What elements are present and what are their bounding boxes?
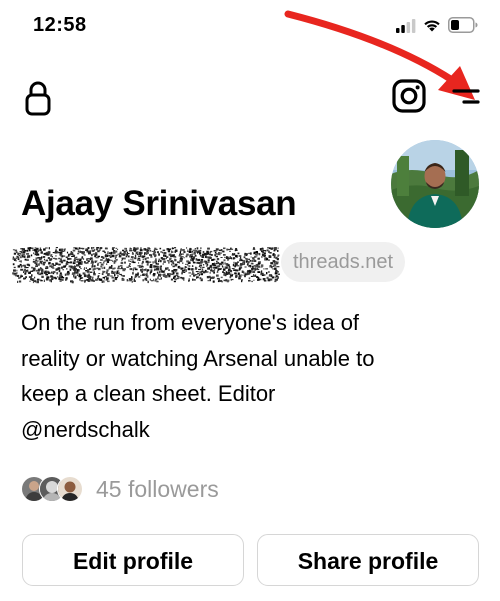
lock-icon[interactable] — [22, 80, 54, 116]
battery-icon — [448, 17, 478, 33]
menu-icon[interactable] — [450, 84, 482, 110]
bio-line: keep a clean sheet. Editor — [21, 381, 276, 406]
followers-count[interactable]: 45 followers — [96, 474, 219, 504]
avatar[interactable] — [391, 140, 479, 228]
profile-name: Ajaay Srinivasan — [21, 184, 297, 223]
status-bar: 12:58 — [0, 0, 500, 60]
threads-domain-badge[interactable]: threads.net — [281, 242, 406, 282]
edit-profile-button[interactable]: Edit profile — [22, 534, 244, 586]
redacted-username — [12, 247, 280, 284]
instagram-icon[interactable] — [392, 79, 426, 113]
follower-avatars[interactable] — [21, 476, 87, 502]
share-profile-button[interactable]: Share profile — [257, 534, 479, 586]
bio-line: reality or watching Arsenal unable to — [21, 345, 375, 371]
follower-avatar — [57, 476, 83, 502]
signal-icon — [396, 19, 416, 33]
wifi-icon — [424, 20, 440, 32]
bio-line: On the run from everyone's idea of — [21, 310, 360, 335]
status-time: 12:58 — [33, 14, 87, 36]
profile-bio: On the run from everyone's idea of reali… — [21, 305, 481, 447]
bio-mention-link[interactable]: @nerdschalk — [21, 412, 481, 448]
